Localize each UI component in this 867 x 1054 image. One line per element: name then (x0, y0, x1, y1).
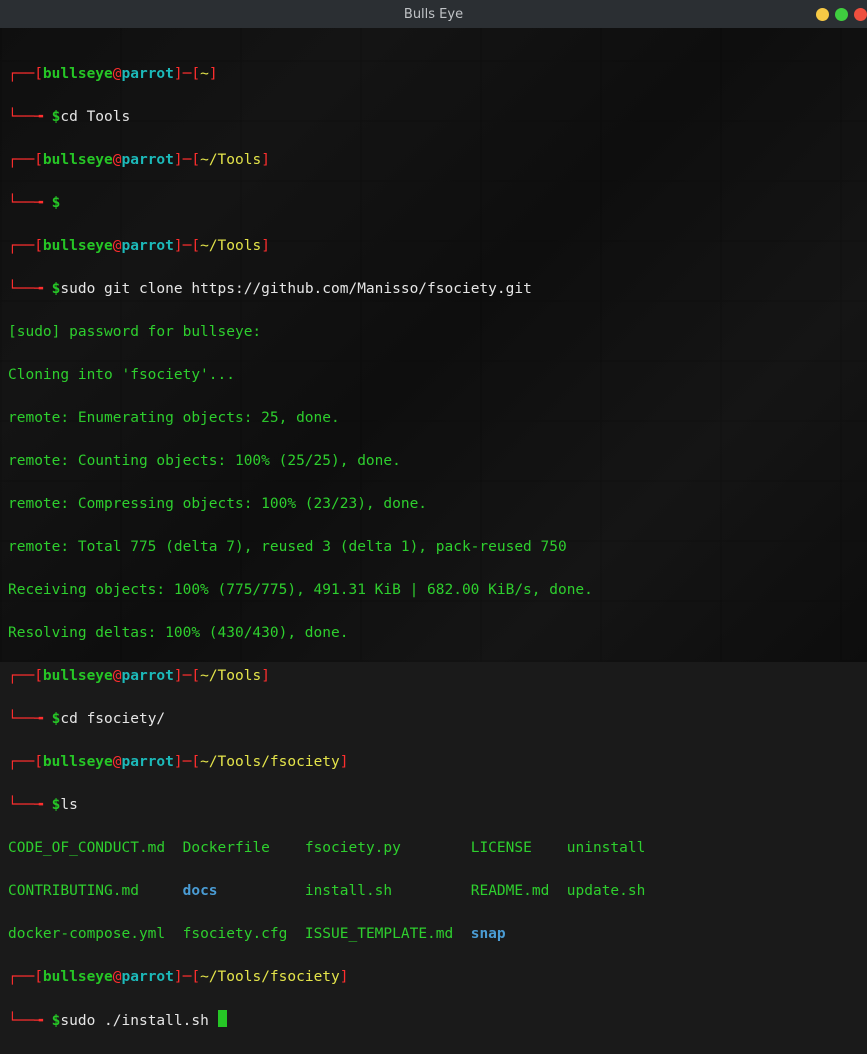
prompt-path: ~/Tools/fsociety (200, 754, 340, 770)
ls-file: CONTRIBUTING.md (8, 883, 139, 899)
ls-file: fsociety.cfg (183, 926, 288, 942)
prompt-rbr2: ] (209, 66, 218, 82)
prompt-at: @ (113, 66, 122, 82)
ls-file: install.sh (305, 883, 392, 899)
prompt-host: parrot (122, 66, 174, 82)
prompt-rbr: ] (174, 66, 183, 82)
command-text: sudo git clone https://github.com/Maniss… (60, 281, 531, 297)
prompt-path: ~/Tools (200, 152, 261, 168)
output-line: remote: Compressing objects: 100% (23/23… (8, 494, 859, 516)
cursor (218, 1010, 227, 1027)
output-line: [sudo] password for bullseye: (8, 322, 859, 344)
ls-file: README.md (471, 883, 550, 899)
ls-row-1: CODE_OF_CONDUCT.md Dockerfile fsociety.p… (8, 838, 859, 860)
output-line: Receiving objects: 100% (775/775), 491.3… (8, 580, 859, 602)
command-line: └──╼ $ (8, 193, 859, 215)
prompt-line: ┌──[bullseye@parrot]─[~/Tools] (8, 666, 859, 688)
ls-file: fsociety.py (305, 840, 401, 856)
ls-file: LICENSE (471, 840, 532, 856)
ls-file: update.sh (567, 883, 646, 899)
close-button[interactable] (854, 8, 867, 21)
ls-dir: snap (471, 926, 506, 942)
output-line: Cloning into 'fsociety'... (8, 365, 859, 387)
window-title: Bulls Eye (404, 7, 463, 22)
command-text: sudo ./install.sh (60, 1013, 217, 1029)
prompt-path: ~ (200, 66, 209, 82)
command-line-current: └──╼ $sudo ./install.sh (8, 1010, 859, 1033)
prompt-user: bullseye (43, 66, 113, 82)
output-line: remote: Enumerating objects: 25, done. (8, 408, 859, 430)
prompt-line: ┌──[bullseye@parrot]─[~/Tools/fsociety] (8, 752, 859, 774)
prompt-lbr2: [ (191, 66, 200, 82)
ls-file: ISSUE_TEMPLATE.md (305, 926, 453, 942)
prompt-line: ┌──[bullseye@parrot]─[~/Tools/fsociety] (8, 967, 859, 989)
ls-row-3: docker-compose.yml fsociety.cfg ISSUE_TE… (8, 924, 859, 946)
output-line: remote: Total 775 (delta 7), reused 3 (d… (8, 537, 859, 559)
command-line: └──╼ $ls (8, 795, 859, 817)
command-line: └──╼ $sudo git clone https://github.com/… (8, 279, 859, 301)
terminal[interactable]: ┌──[bullseye@parrot]─[~] └──╼ $cd Tools … (0, 28, 867, 662)
output-line: Resolving deltas: 100% (430/430), done. (8, 623, 859, 645)
prompt-elbow: └──╼ (8, 109, 43, 125)
ls-file: Dockerfile (183, 840, 270, 856)
command-line: └──╼ $cd Tools (8, 107, 859, 129)
prompt-line: ┌──[bullseye@parrot]─[~/Tools] (8, 150, 859, 172)
prompt-line: ┌──[bullseye@parrot]─[~/Tools] (8, 236, 859, 258)
command-line: └──╼ $cd fsociety/ (8, 709, 859, 731)
command-text: cd fsociety/ (60, 711, 165, 727)
ls-dir: docs (183, 883, 218, 899)
prompt-line: ┌──[bullseye@parrot]─[~] (8, 64, 859, 86)
prompt-dollar: $ (43, 109, 60, 125)
window-buttons (816, 8, 861, 21)
titlebar: Bulls Eye (0, 0, 867, 28)
command-text: cd Tools (60, 109, 130, 125)
minimize-button[interactable] (816, 8, 829, 21)
ls-file: docker-compose.yml (8, 926, 165, 942)
prompt-corner: ┌──[ (8, 66, 43, 82)
ls-file: uninstall (567, 840, 646, 856)
output-line: remote: Counting objects: 100% (25/25), … (8, 451, 859, 473)
command-text: ls (60, 797, 77, 813)
maximize-button[interactable] (835, 8, 848, 21)
ls-file: CODE_OF_CONDUCT.md (8, 840, 165, 856)
ls-row-2: CONTRIBUTING.md docs install.sh README.m… (8, 881, 859, 903)
